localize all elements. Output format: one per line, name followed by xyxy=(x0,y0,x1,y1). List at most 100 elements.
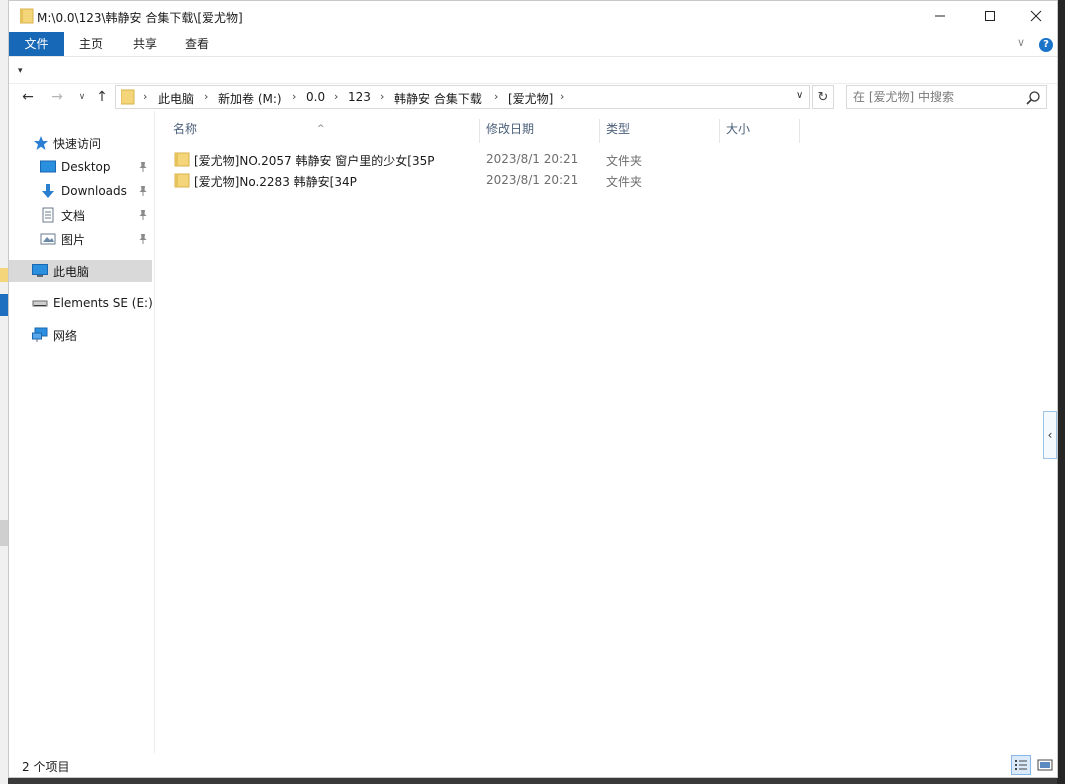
breadcrumb-separator[interactable]: › xyxy=(380,90,384,103)
recent-locations-chevron-icon[interactable]: ∨ xyxy=(72,87,92,107)
window-title: M:\0.0\123\韩静安 合集下载\[爱尤物] xyxy=(37,11,243,25)
tab-file[interactable]: 文件 xyxy=(9,32,64,56)
computer-icon xyxy=(32,264,48,277)
sidebar-item-label: 快速访问 xyxy=(53,136,102,151)
ribbon-tabs: 文件 主页 共享 查看 ∨ ? xyxy=(9,32,1057,57)
sidebar-item-label: Desktop xyxy=(61,160,111,174)
breadcrumb-current-folder[interactable]: [爱尤物] xyxy=(508,90,553,107)
column-header-size[interactable]: 大小 xyxy=(720,119,800,143)
navigation-pane: 快速访问 Desktop Downloads 文档 图片 此电脑 Element… xyxy=(9,111,155,753)
tab-home[interactable]: 主页 xyxy=(69,32,113,56)
column-header-name[interactable]: 名称 ^ xyxy=(155,119,480,143)
breadcrumb-123[interactable]: 123 xyxy=(348,90,371,104)
ribbon-expand-chevron-icon[interactable]: ∨ xyxy=(1017,36,1025,49)
background-window-fragment xyxy=(0,268,8,282)
large-icons-view-button[interactable] xyxy=(1035,755,1055,775)
maximize-button[interactable] xyxy=(967,1,1013,31)
sidebar-item-quick-access[interactable]: 快速访问 xyxy=(9,132,152,154)
pictures-icon xyxy=(40,233,56,245)
background-window-fragment xyxy=(0,294,8,316)
back-button[interactable]: ← xyxy=(18,87,38,107)
search-icon[interactable] xyxy=(1025,90,1041,106)
sidebar-item-network[interactable]: 网络 xyxy=(9,324,152,346)
folder-icon xyxy=(174,152,190,167)
sidebar-item-elements-se[interactable]: Elements SE (E:) xyxy=(9,292,153,314)
pin-icon[interactable] xyxy=(137,209,149,221)
search-input[interactable] xyxy=(853,89,1018,105)
column-header-label: 类型 xyxy=(606,122,631,136)
sidebar-item-label: 文档 xyxy=(61,208,86,223)
pin-icon[interactable] xyxy=(137,233,149,245)
breadcrumb-0-0[interactable]: 0.0 xyxy=(306,90,325,104)
folder-icon xyxy=(121,89,135,105)
file-list: 名称 ^ 修改日期 类型 大小 [爱尤物]NO.2057 韩静安 窗户里的少女[… xyxy=(156,111,1036,753)
tab-view[interactable]: 查看 xyxy=(175,32,219,56)
large-icons-view-icon xyxy=(1037,759,1053,771)
sidebar-item-label: Downloads xyxy=(61,184,127,198)
pin-icon[interactable] xyxy=(137,185,149,197)
breadcrumb-volume-m[interactable]: 新加卷 (M:) xyxy=(218,90,282,107)
table-row[interactable]: [爱尤物]No.2283 韩静安[34P 2023/8/1 20:21 文件夹 xyxy=(168,170,798,191)
forward-button[interactable]: → xyxy=(47,87,67,107)
status-bar: 2 个项目 xyxy=(9,753,1057,778)
address-row: ← → ∨ ↑ › 此电脑 › 新加卷 (M:) › 0.0 › 123 › 韩… xyxy=(9,84,1057,110)
file-type: 文件夹 xyxy=(606,175,643,189)
column-header-label: 大小 xyxy=(726,122,751,136)
close-button[interactable] xyxy=(1013,1,1059,31)
column-header-type[interactable]: 类型 xyxy=(600,119,720,143)
sidebar-item-label: 图片 xyxy=(61,232,86,247)
documents-icon xyxy=(42,207,54,223)
breadcrumb-collection[interactable]: 韩静安 合集下载 xyxy=(394,90,482,107)
tab-share[interactable]: 共享 xyxy=(123,32,167,56)
breadcrumb-separator[interactable]: › xyxy=(560,90,564,103)
help-icon[interactable]: ? xyxy=(1039,38,1053,52)
breadcrumb-this-pc[interactable]: 此电脑 xyxy=(158,90,194,107)
file-type: 文件夹 xyxy=(606,154,643,168)
item-count: 2 个项目 xyxy=(22,760,70,774)
search-box[interactable] xyxy=(846,85,1047,109)
preview-pane-toggle[interactable]: ‹ xyxy=(1043,411,1057,459)
customize-toolbar-dropdown-icon[interactable]: ▾ xyxy=(18,66,23,76)
details-view-button[interactable] xyxy=(1011,755,1031,775)
sidebar-item-label: 此电脑 xyxy=(53,264,90,279)
desktop-background-left xyxy=(0,0,8,784)
minimize-button[interactable] xyxy=(917,1,963,31)
minimize-icon xyxy=(935,15,945,17)
folder-icon xyxy=(174,173,190,188)
breadcrumb-separator[interactable]: › xyxy=(334,90,338,103)
column-header-date[interactable]: 修改日期 xyxy=(480,119,600,143)
file-name: [爱尤物]NO.2057 韩静安 窗户里的少女[35P xyxy=(194,154,435,168)
address-history-chevron-icon[interactable]: ∨ xyxy=(796,90,803,101)
breadcrumb-separator[interactable]: › xyxy=(494,90,498,103)
breadcrumb-separator[interactable]: › xyxy=(143,90,147,103)
column-header-label: 名称 xyxy=(173,122,198,136)
folder-icon xyxy=(20,8,34,24)
file-modified-date: 2023/8/1 20:21 xyxy=(486,173,579,187)
desktop-background-right xyxy=(1057,0,1065,784)
table-row[interactable]: [爱尤物]NO.2057 韩静安 窗户里的少女[35P 2023/8/1 20:… xyxy=(168,149,798,170)
breadcrumb-separator[interactable]: › xyxy=(204,90,208,103)
up-button[interactable]: ↑ xyxy=(92,87,112,107)
sidebar-item-desktop[interactable]: Desktop xyxy=(9,156,152,178)
sidebar-item-documents[interactable]: 文档 xyxy=(9,204,152,226)
desktop-icon xyxy=(40,160,56,173)
refresh-button[interactable]: ↻ xyxy=(812,85,834,109)
file-explorer-window: M:\0.0\123\韩静安 合集下载\[爱尤物] 文件 主页 共享 查看 ∨ … xyxy=(8,0,1058,778)
sidebar-item-downloads[interactable]: Downloads xyxy=(9,180,152,202)
sidebar-item-label: 网络 xyxy=(53,328,78,343)
file-name: [爱尤物]No.2283 韩静安[34P xyxy=(194,175,357,189)
file-modified-date: 2023/8/1 20:21 xyxy=(486,152,579,166)
close-icon xyxy=(1030,10,1042,22)
sidebar-item-this-pc[interactable]: 此电脑 xyxy=(9,260,152,282)
sidebar-item-pictures[interactable]: 图片 xyxy=(9,228,152,250)
pin-icon[interactable] xyxy=(137,161,149,173)
address-bar[interactable]: › 此电脑 › 新加卷 (M:) › 0.0 › 123 › 韩静安 合集下载 … xyxy=(115,85,810,109)
quick-access-toolbar: ▾ xyxy=(9,58,1057,84)
drive-icon xyxy=(32,300,48,307)
breadcrumb-separator[interactable]: › xyxy=(292,90,296,103)
details-view-icon xyxy=(1015,760,1027,770)
maximize-icon xyxy=(985,11,995,21)
download-icon xyxy=(42,184,54,198)
background-window-fragment xyxy=(0,520,8,546)
title-bar: M:\0.0\123\韩静安 合集下载\[爱尤物] xyxy=(9,1,1057,31)
